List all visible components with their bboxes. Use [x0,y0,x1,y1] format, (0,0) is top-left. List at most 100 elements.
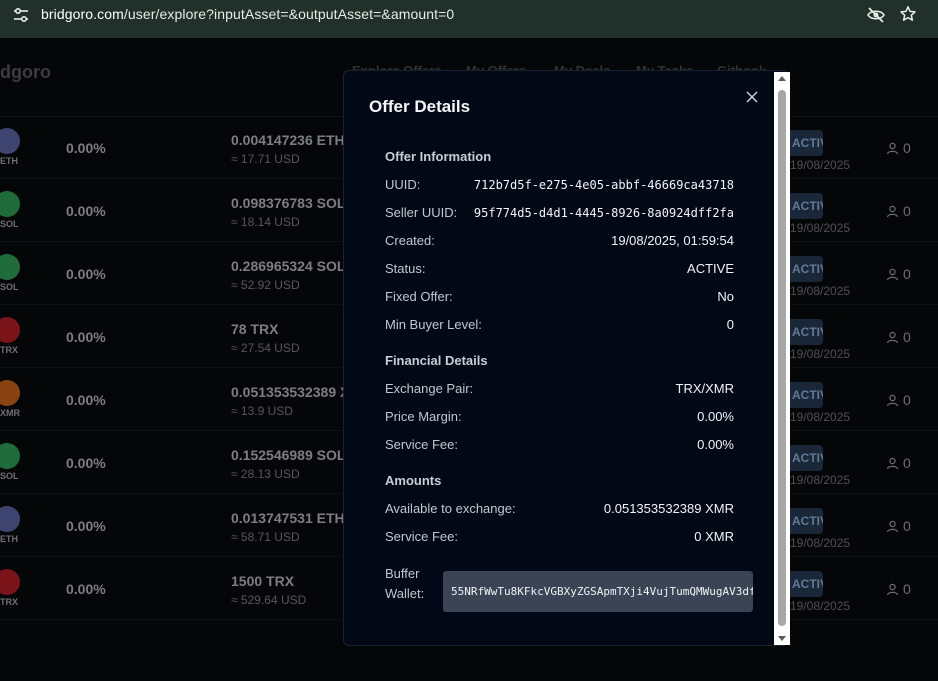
buyer-count: 0 [886,455,911,471]
uuid-label: UUID: [385,177,421,192]
available-to-exchange-label: Available to exchange: [385,501,516,516]
buyer-count: 0 [886,266,911,282]
section-amounts: Amounts [385,473,442,488]
coin-logo-icon [0,443,20,469]
margin-percent: 0.00% [66,329,106,345]
close-icon[interactable] [743,88,761,106]
amount-service-fee-label: Service Fee: [385,529,458,544]
margin-percent: 0.00% [66,392,106,408]
buyer-count: 0 [886,140,911,156]
offer-details-modal: Offer Details Offer Information UUID: 71… [343,70,789,646]
site-settings-icon[interactable] [12,6,30,24]
user-icon [886,205,899,217]
price-margin-label: Price Margin: [385,409,462,424]
buffer-wallet-label: Buffer Wallet: [385,566,425,601]
buyer-count-value: 0 [903,518,911,534]
offer-date: 19/08/2025 [790,221,851,235]
offer-usd-value: ≈ 52.92 USD [231,278,300,292]
buyer-count-value: 0 [903,455,911,471]
margin-percent: 0.00% [66,518,106,534]
buyer-count-value: 0 [903,203,911,219]
status-label: Status: [385,261,426,276]
coin-logo-icon [0,569,20,595]
margin-percent: 0.00% [66,140,106,156]
created-label: Created: [385,233,435,248]
created-value: 19/08/2025, 01:59:54 [611,233,734,248]
offer-date: 19/08/2025 [790,536,851,550]
coin-label: TRX [0,597,18,607]
buyer-count-value: 0 [903,266,911,282]
offer-usd-value: ≈ 58.71 USD [231,530,300,544]
price-margin-value: 0.00% [697,409,734,424]
seller-uuid-label: Seller UUID: [385,205,458,220]
offer-amount: 0.098376783 SOL [231,195,346,211]
buyer-count: 0 [886,581,911,597]
margin-percent: 0.00% [66,581,106,597]
scroll-up-arrow-icon[interactable] [778,76,786,81]
service-fee-label: Service Fee: [385,437,458,452]
user-icon [886,457,899,469]
brand-logo-text[interactable]: dgoro [0,62,51,83]
user-icon [886,520,899,532]
coin-logo-icon [0,191,20,217]
section-offer-information: Offer Information [385,149,492,164]
offer-usd-value: ≈ 13.9 USD [231,404,293,418]
offer-date: 19/08/2025 [790,158,851,172]
available-to-exchange-value: 0.051353532389 XMR [603,501,734,516]
margin-percent: 0.00% [66,266,106,282]
offer-usd-value: ≈ 18.14 USD [231,215,300,229]
coin-label: ETH [0,534,18,544]
url-field[interactable]: bridgoro.com/user/explore?inputAsset=&ou… [41,6,454,22]
user-icon [886,394,899,406]
browser-address-bar: bridgoro.com/user/explore?inputAsset=&ou… [0,0,938,30]
exchange-pair-label: Exchange Pair: [385,381,474,396]
offer-date: 19/08/2025 [790,410,851,424]
offer-amount: 0.152546989 SOL [231,447,346,463]
fixed-offer-label: Fixed Offer: [385,289,453,304]
eye-off-icon[interactable] [866,5,886,25]
fixed-offer-value: No [717,289,734,304]
buyer-count: 0 [886,518,911,534]
amount-service-fee-value: 0 XMR [694,529,734,544]
bookmark-star-icon[interactable] [899,5,917,23]
offer-amount: 1500 TRX [231,573,295,589]
coin-label: TRX [0,345,18,355]
user-icon [886,268,899,280]
offer-date: 19/08/2025 [790,347,851,361]
buyer-count-value: 0 [903,581,911,597]
coin-label: SOL [0,219,19,229]
offer-amount: 78 TRX [231,321,279,337]
offer-usd-value: ≈ 28.13 USD [231,467,300,481]
scroll-down-arrow-icon[interactable] [778,636,786,641]
offer-amount: 0.013747531 ETH [231,510,345,526]
modal-scrollbar-thumb[interactable] [778,90,786,626]
coin-logo-icon [0,506,20,532]
seller-uuid-value: 95f774d5-d4d1-4445-8926-8a0924dff2fa [473,206,734,220]
offer-date: 19/08/2025 [790,473,851,487]
coin-logo-icon [0,380,20,406]
offer-usd-value: ≈ 529.64 USD [231,593,307,607]
coin-label: SOL [0,282,19,292]
user-icon [886,142,899,154]
buyer-count: 0 [886,203,911,219]
uuid-value: 712b7d5f-e275-4e05-abbf-46669ca43718 [473,178,734,192]
modal-title: Offer Details [369,97,471,116]
user-icon [886,583,899,595]
margin-percent: 0.00% [66,203,106,219]
min-buyer-level-value: 0 [726,317,734,332]
offer-usd-value: ≈ 17.71 USD [231,152,300,166]
offer-date: 19/08/2025 [790,284,851,298]
section-financial-details: Financial Details [385,353,488,368]
service-fee-value: 0.00% [697,437,734,452]
coin-logo-icon [0,317,20,343]
buyer-count-value: 0 [903,140,911,156]
buffer-wallet-field[interactable]: 55NRfWwTu8KFkcVGBXyZGSApmTXji4VujTumQMWu… [443,571,753,612]
min-buyer-level-label: Min Buyer Level: [385,317,482,332]
coin-label: SOL [0,471,19,481]
status-value: ACTIVE [687,261,734,276]
buyer-count: 0 [886,329,911,345]
url-path: /user/explore?inputAsset=&outputAsset=&a… [123,6,455,22]
buyer-count-value: 0 [903,329,911,345]
offer-amount: 0.051353532389 X [231,384,350,400]
coin-label: XMR [0,408,20,418]
